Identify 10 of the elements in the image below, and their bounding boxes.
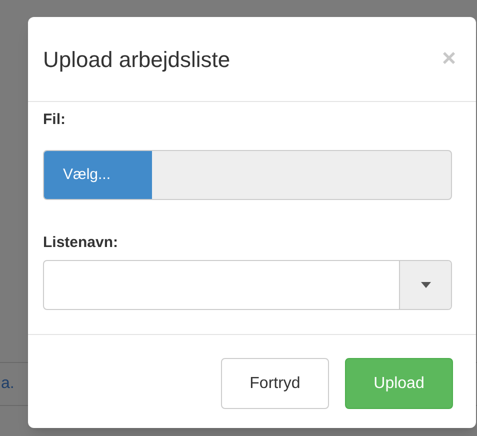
list-name-select[interactable]	[43, 260, 452, 310]
upload-button[interactable]: Upload	[345, 358, 453, 409]
cancel-button[interactable]: Fortryd	[221, 358, 329, 409]
list-name-label: Listenavn:	[43, 233, 120, 253]
table-cell-text: a.	[1, 374, 14, 394]
choose-file-button[interactable]: Vælg...	[44, 151, 152, 199]
caret-icon	[420, 282, 430, 288]
file-label: Fil:	[43, 110, 66, 130]
file-field[interactable]: Vælg...	[43, 150, 452, 200]
dialog-title: Upload arbejdsliste	[43, 46, 230, 74]
